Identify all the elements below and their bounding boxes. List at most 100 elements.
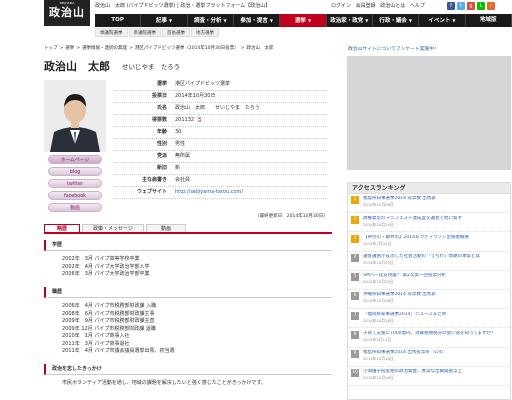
rank-number: 6 (351, 292, 359, 301)
chevron-down-icon: ▼ (307, 18, 312, 23)
subnav-local[interactable]: 地方選挙 (191, 28, 219, 37)
breadcrumb-election[interactable]: 選挙 (65, 46, 74, 51)
subnav-lower-house[interactable]: 衆議院選挙 (95, 28, 128, 37)
nav-participate[interactable]: 参加・提言 ▼ (234, 14, 281, 27)
utility-links: ログイン 会員登録 政治山とは ヘルプ (331, 2, 428, 9)
info-key: 性別 (113, 138, 173, 151)
nav-top[interactable]: TOP (95, 14, 142, 27)
ranking-date: 2014年10月26日 (363, 202, 394, 208)
table-row: 主な肩書き 会社員 (113, 174, 328, 187)
breadcrumb: トップ > 選挙 > 選挙情報・連続の無理 > 港区パイプドビッツ選挙（2014年10月30… (44, 45, 276, 51)
candidate-photo (44, 80, 106, 152)
ranking-item[interactable]: 7 「福岡県知事選挙2014」ニュースまとめ 2014年10月18日 (348, 309, 510, 329)
nav-politicians[interactable]: 政治家・政党 ▼ (327, 14, 373, 27)
video-button[interactable]: 動画 (48, 203, 102, 212)
nav-events-label: イベント (428, 18, 451, 24)
table-row: 選挙 港区パイプドビッツ選挙 (113, 79, 328, 91)
breadcrumb-separator: > (240, 46, 245, 51)
info-key: 年齢 (113, 126, 173, 139)
career-list: 2006年 4月 パイプ市税務部財政課 入職 2008年 6月 パイプ市税務部財… (62, 303, 175, 356)
ranking-date: 2014年7月31日 (363, 240, 392, 246)
google-plus-icon[interactable]: g (467, 2, 475, 10)
nav-government-label: 行政・議会 (379, 18, 407, 24)
ranking-item[interactable]: 10 小渕優子経産相の政治資金、異常な出費疑惑浮上 2014年10月16日 (348, 367, 510, 386)
name-kana: せいじやま たろう (122, 63, 181, 71)
nav-regional[interactable]: 地域版 (466, 14, 512, 27)
breadcrumb-separator: > (59, 46, 64, 51)
tab-policy[interactable]: 政策・メッセージ (82, 224, 144, 232)
ranking-item[interactable]: 1 福島県知事選挙2014 得票数 出馬表 2014年10月26日 (348, 194, 510, 214)
site-logo[interactable]: SEIJIYAMA 政治山 (44, 0, 90, 26)
rank-number: 9 (351, 349, 359, 358)
subnav-upper-house[interactable]: 参議院選挙 (128, 28, 161, 37)
table-row: ウェブサイト http://seijiyama-tarou.com/ (113, 186, 328, 199)
gender-value: 男性 (175, 141, 186, 147)
ranking-date: 2014年10月16日 (363, 375, 394, 381)
rss-icon[interactable]: r (487, 2, 495, 10)
breadcrumb-election-name[interactable]: 港区パイプドビッツ選挙（2014年10月30日投票） (135, 46, 239, 51)
ranking-title[interactable]: 福島県知事選挙2014 出馬投票率（1/4） (363, 350, 446, 356)
breadcrumb-election-info[interactable]: 選挙情報・連続の無理 (82, 46, 127, 51)
education-list: 2002年 3月 パイプ高等学校卒業 2002年 4月 パイプ大学政治学部入学 … (62, 256, 150, 279)
twitter-icon[interactable]: t (457, 2, 465, 10)
list-item: 2011年 4月 パイプ市議会議員選挙出馬、初当選 (62, 348, 175, 354)
nav-top-label: TOP (111, 17, 124, 23)
blog-button[interactable]: blog (48, 167, 102, 176)
about-link[interactable]: 政治山とは (380, 3, 405, 9)
ranking-title[interactable]: 子育て支援に7000億円、消費税増税分の使い道を知ってますか？ (363, 331, 496, 337)
facebook-button[interactable]: facebook (48, 191, 102, 200)
ranking-item[interactable]: 9 福島県知事選挙2014 出馬投票率（1/4） 2014年10月18日 (348, 348, 510, 367)
nav-election-label: 選挙 (294, 18, 306, 24)
twitter-button[interactable]: twitter (48, 179, 102, 188)
nav-research[interactable]: 調査・分析 ▼ (188, 14, 234, 27)
tab-career[interactable]: 略歴 (44, 224, 80, 232)
tab-video[interactable]: 動画 (146, 224, 186, 232)
ranking-item[interactable]: 6 沖縄県知事選挙2014 得票数 出馬表 2014年10月28日 (348, 290, 510, 310)
nav-election[interactable]: 選挙 ▼ (280, 14, 327, 27)
ranking-item[interactable]: 8 子育て支援に7000億円、消費税増税分の使い道を知ってますか？ 2014年5月1… (348, 328, 510, 348)
ranking-date: 2014年10月23日 (363, 259, 394, 265)
ranking-title[interactable]: 政権発足のマニフェスト達成度を議会で問い質す (363, 216, 462, 222)
ranking-item[interactable]: 2 政権発足のマニフェスト達成度を議会で問い質す 2014年10月24日 (348, 213, 510, 233)
register-link[interactable]: 会員登録 (356, 3, 376, 9)
ad-banner[interactable] (347, 56, 511, 170)
age-value: 30 (175, 129, 182, 135)
breadcrumb-separator: > (129, 46, 133, 51)
name-value: 政治山 太郎 せいじやま たろう (175, 105, 260, 111)
ranking-item[interactable]: 3 【神奈川・藤井市】2014あつぎマラソン出場者概要 2014年7月31日 (348, 232, 510, 252)
social-icons: ftgLr (447, 2, 497, 10)
info-key: 党派 (113, 150, 173, 163)
nav-events[interactable]: イベント ▼ (419, 14, 466, 27)
breadcrumb-top[interactable]: トップ (44, 46, 58, 51)
info-key: 新旧 (113, 162, 173, 175)
homepage-button[interactable]: ホームページ (48, 155, 102, 164)
ranking-date: 2014年10月18日 (363, 355, 394, 361)
ranking-item[interactable]: 5 SMパーは支持層？ 第2次第一回投票分析 2014年10月22日 (348, 271, 510, 290)
survey-link[interactable]: 政治山サイトについてアンケート実施中！ (348, 45, 439, 52)
chevron-down-icon: ▼ (269, 18, 273, 23)
website-link[interactable]: http://seijiyama-tarou.com/ (175, 189, 243, 195)
ranking-title[interactable]: 「福岡県知事選挙2014」ニュースまとめ (363, 312, 446, 318)
list-item: 2002年 3月 パイプ高等学校卒業 (62, 256, 140, 262)
line-icon[interactable]: L (477, 2, 485, 10)
party-value: 無所属 (175, 153, 191, 159)
nav-government[interactable]: 行政・議会 ▼ (373, 14, 420, 27)
list-item: 2006年 4月 パイプ市税務部財政課 入職 (62, 303, 157, 309)
login-link[interactable]: ログイン (331, 3, 351, 9)
info-value: 港区パイプドビッツ選挙 (173, 79, 328, 91)
chevron-down-icon: ▼ (452, 18, 456, 23)
help-link[interactable]: ヘルプ (410, 3, 425, 9)
table-row: 得票数 201132 当 (113, 114, 328, 127)
profile-tabs: 略歴 政策・メッセージ 動画 (44, 224, 332, 234)
nav-articles[interactable]: 記事 ▼ (141, 14, 188, 27)
facebook-icon[interactable]: f (447, 2, 455, 10)
nav-politicians-label: 政治家・政党 (330, 18, 364, 24)
rank-number: 2 (351, 215, 359, 224)
ranking-date: 2014年5月13日 (363, 336, 392, 342)
elected-badge: 当 (197, 118, 202, 123)
ranking-date: 2014年10月22日 (363, 279, 394, 285)
ranking-item[interactable]: 4 議会議員が成功した社会活動の「うちわ」問題の本質とは 2014年10月23日 (348, 252, 510, 271)
ranking-title[interactable]: 【神奈川・藤井市】2014あつぎマラソン出場者概要 (363, 235, 469, 241)
subnav-mayor[interactable]: 首長選挙 (162, 28, 190, 37)
breadcrumb-separator: > (76, 46, 81, 51)
